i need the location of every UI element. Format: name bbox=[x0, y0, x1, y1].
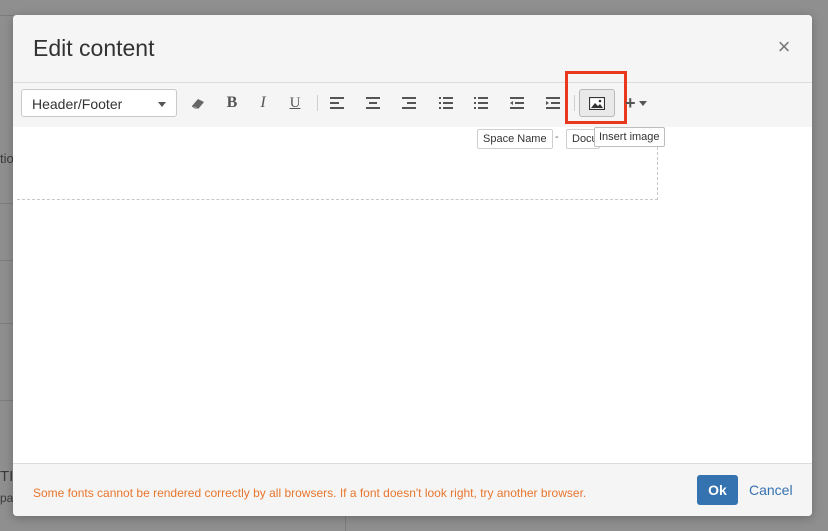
align-center-button[interactable] bbox=[361, 91, 385, 115]
align-left-button[interactable] bbox=[325, 91, 349, 115]
background-text: tio bbox=[0, 151, 14, 166]
plus-icon: + bbox=[625, 92, 636, 113]
image-icon bbox=[589, 96, 605, 110]
align-left-icon bbox=[330, 97, 344, 109]
italic-button[interactable]: I bbox=[251, 91, 275, 115]
numbered-list-icon bbox=[474, 97, 488, 109]
chevron-down-icon bbox=[158, 102, 166, 107]
align-right-icon bbox=[402, 97, 416, 109]
ok-button[interactable]: Ok bbox=[697, 475, 738, 505]
bullet-list-button[interactable] bbox=[434, 91, 458, 115]
chevron-down-icon bbox=[638, 100, 647, 106]
dialog-header: Edit content × bbox=[13, 15, 812, 83]
align-right-button[interactable] bbox=[397, 91, 421, 115]
bullet-list-icon bbox=[439, 97, 453, 109]
eraser-button[interactable] bbox=[186, 91, 210, 115]
indent-icon bbox=[546, 97, 560, 109]
background-divider bbox=[0, 400, 13, 401]
background-divider bbox=[0, 260, 13, 261]
dialog-title: Edit content bbox=[33, 35, 155, 61]
outdent-button[interactable] bbox=[505, 91, 529, 115]
insert-image-tooltip: Insert image bbox=[594, 127, 665, 147]
insert-more-button[interactable]: + bbox=[625, 91, 655, 115]
eraser-icon bbox=[191, 99, 204, 109]
numbered-list-button[interactable] bbox=[469, 91, 493, 115]
background-divider bbox=[345, 516, 346, 531]
background-divider bbox=[0, 15, 13, 16]
outdent-icon bbox=[510, 97, 524, 109]
header-footer-region[interactable] bbox=[17, 127, 658, 200]
background-divider bbox=[0, 323, 13, 324]
indent-button[interactable] bbox=[541, 91, 565, 115]
background-text: pa bbox=[0, 491, 14, 505]
toolbar-separator bbox=[574, 95, 575, 111]
background-divider bbox=[0, 203, 13, 204]
align-center-icon bbox=[366, 97, 380, 109]
chip-separator: - bbox=[555, 131, 559, 143]
bold-button[interactable]: B bbox=[220, 91, 244, 115]
underline-button[interactable]: U bbox=[283, 91, 307, 115]
edit-content-dialog: Edit content × Header/Footer B I U + Spa… bbox=[13, 15, 812, 516]
cancel-button[interactable]: Cancel bbox=[749, 482, 793, 498]
close-icon[interactable]: × bbox=[774, 36, 794, 58]
editor-toolbar: Header/Footer B I U + bbox=[13, 71, 812, 127]
font-warning: Some fonts cannot be rendered correctly … bbox=[33, 486, 587, 500]
editor-area[interactable]: Space Name - Docu Insert image bbox=[13, 127, 812, 463]
style-select-value: Header/Footer bbox=[32, 96, 123, 112]
dialog-footer: Some fonts cannot be rendered correctly … bbox=[13, 463, 812, 516]
style-select[interactable]: Header/Footer bbox=[21, 89, 177, 117]
toolbar-separator bbox=[317, 95, 318, 111]
insert-image-button[interactable] bbox=[579, 89, 615, 117]
background-text: TI bbox=[0, 468, 14, 485]
space-name-placeholder[interactable]: Space Name bbox=[477, 129, 553, 149]
